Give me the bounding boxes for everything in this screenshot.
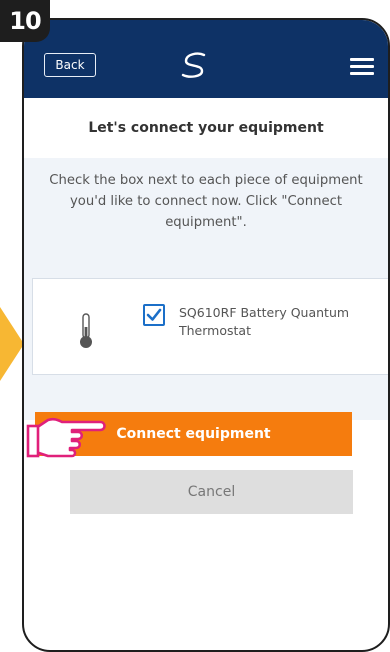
- s-logo-icon: [181, 52, 206, 78]
- thermometer-icon: [80, 313, 92, 348]
- side-arrow-indicator: [0, 307, 24, 381]
- checkmark-icon: [146, 308, 162, 321]
- content-section: Check the box next to each piece of equi…: [24, 158, 388, 420]
- equipment-checkbox[interactable]: [143, 304, 165, 326]
- phone-frame: Back Let's connect your equipment Check …: [22, 18, 390, 652]
- hamburger-menu-icon[interactable]: [350, 58, 374, 76]
- page-title: Let's connect your equipment: [88, 120, 324, 136]
- cancel-button[interactable]: Cancel: [70, 470, 353, 514]
- equipment-name: SQ610RF Battery Quantum Thermostat: [179, 305, 350, 338]
- step-number-badge: 10: [0, 0, 50, 42]
- pointing-hand-icon: [26, 417, 106, 458]
- equipment-list-item: SQ610RF Battery Quantum Thermostat: [32, 278, 388, 375]
- instructions-text: Check the box next to each piece of equi…: [49, 173, 363, 230]
- back-button[interactable]: Back: [44, 53, 96, 77]
- app-header: Back: [24, 20, 388, 98]
